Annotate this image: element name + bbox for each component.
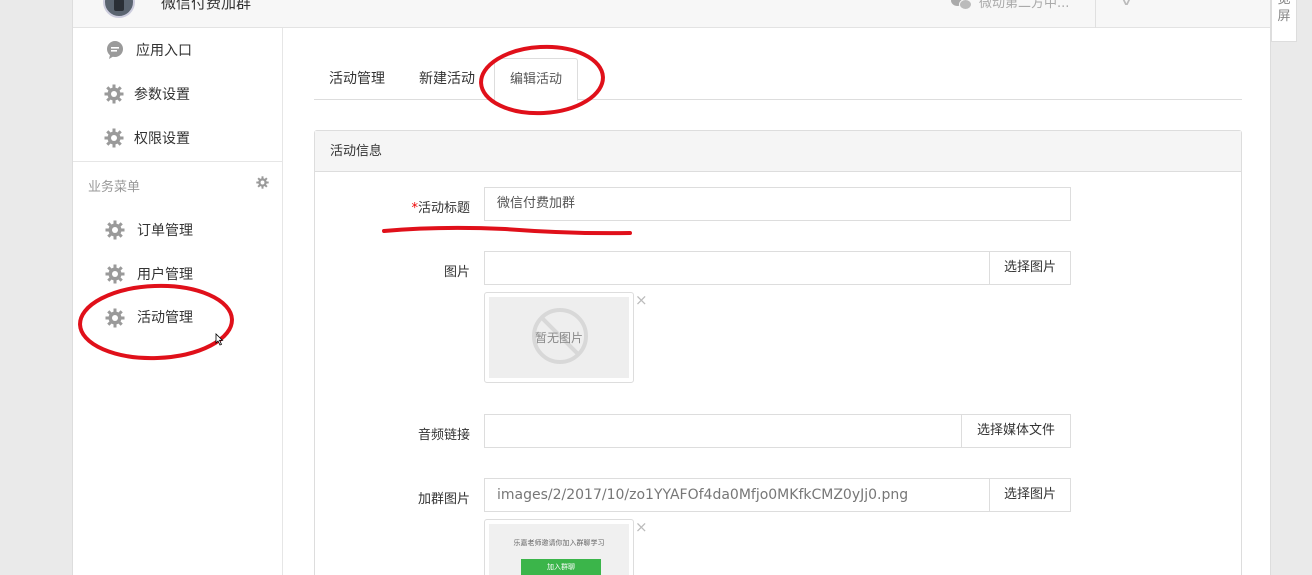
sidebar-item-users[interactable]: 用户管理 — [73, 252, 282, 296]
gear-icon — [105, 264, 125, 284]
app-title: 微信付费加群 — [161, 0, 252, 12]
tab-edit-activity[interactable]: 编辑活动 — [494, 58, 579, 101]
chat-bubble-icon — [105, 40, 125, 60]
select-group-image-button[interactable]: 选择图片 — [989, 478, 1071, 512]
sidebar-item-label: 应用入口 — [136, 43, 192, 59]
app-logo — [103, 0, 135, 18]
account-name: 微动第二方中... — [979, 0, 1070, 11]
no-image-placeholder: 暂无图片 — [489, 297, 629, 378]
tab-bar: 活动管理 新建活动 编辑活动 — [314, 58, 1242, 101]
sidebar-item-label: 用户管理 — [137, 267, 193, 283]
sidebar-item-label: 权限设置 — [134, 131, 190, 147]
remove-image-icon[interactable]: × — [635, 291, 648, 309]
main-content: 活动管理 新建活动 编辑活动 活动信息 *活动标题 微信付费加群 图片 选择图片… — [314, 28, 1242, 575]
tab-new-activity[interactable]: 新建活动 — [404, 58, 490, 100]
sidebar: 应用入口 参数设置 权限设置 业务菜单 订单管理 用户管理 活动管理 — [73, 28, 283, 575]
group-image-url-input[interactable]: images/2/2017/10/zo1YYAFOf4da0Mfjo0MKfkC… — [484, 478, 990, 512]
app-frame: 微信付费加群 微动第二方中... ∨ 应用入口 参数设置 权限设置 业务菜单 订… — [72, 0, 1271, 575]
widescreen-toggle[interactable]: 宽屏 — [1271, 0, 1297, 42]
title-label: *活动标题 — [315, 197, 470, 216]
header-divider — [1095, 0, 1096, 28]
remove-group-image-icon[interactable]: × — [635, 518, 648, 536]
sidebar-item-label: 订单管理 — [137, 223, 193, 239]
select-image-button[interactable]: 选择图片 — [989, 251, 1071, 285]
chevron-down-icon[interactable]: ∨ — [1119, 0, 1133, 8]
sidebar-item-params[interactable]: 参数设置 — [73, 72, 282, 116]
image-url-input[interactable] — [484, 251, 990, 285]
no-image-text: 暂无图片 — [534, 331, 583, 345]
sidebar-divider — [73, 161, 282, 162]
wechat-icon — [951, 0, 972, 10]
sidebar-item-activities[interactable]: 活动管理 — [73, 296, 282, 340]
gear-icon — [105, 220, 125, 240]
sidebar-item-label: 活动管理 — [137, 310, 193, 326]
title-label-text: 活动标题 — [417, 201, 470, 216]
activity-info-panel: 活动信息 *活动标题 微信付费加群 图片 选择图片 暂无图片 × 音频链接 选择… — [314, 130, 1242, 575]
gear-icon — [104, 128, 124, 148]
gear-icon — [104, 84, 124, 104]
audio-url-input[interactable] — [484, 414, 962, 448]
panel-title: 活动信息 — [315, 131, 1241, 172]
image-label: 图片 — [443, 265, 470, 280]
section-settings-icon[interactable] — [256, 176, 269, 189]
title-input[interactable]: 微信付费加群 — [484, 187, 1071, 221]
sidebar-section-title: 业务菜单 — [88, 180, 141, 195]
select-media-button[interactable]: 选择媒体文件 — [961, 414, 1071, 448]
sidebar-item-label: 参数设置 — [134, 87, 190, 103]
preview-caption: 乐嘉老师邀请你加入群聊学习 — [513, 539, 605, 547]
group-image-label: 加群图片 — [417, 492, 470, 507]
sidebar-item-orders[interactable]: 订单管理 — [73, 208, 282, 252]
top-header: 微信付费加群 微动第二方中... ∨ — [73, 0, 1270, 28]
gear-icon — [105, 308, 125, 328]
sidebar-item-permissions[interactable]: 权限设置 — [73, 116, 282, 160]
account-switcher[interactable]: 微动第二方中... — [951, 0, 1069, 11]
preview-join-button: 加入群聊 — [521, 559, 601, 575]
audio-label: 音频链接 — [417, 428, 470, 443]
image-preview: 暂无图片 — [484, 292, 634, 383]
sidebar-item-app-entry[interactable]: 应用入口 — [73, 28, 282, 72]
group-image-preview: 乐嘉老师邀请你加入群聊学习 加入群聊 — [484, 519, 634, 575]
tab-activity-management[interactable]: 活动管理 — [314, 58, 400, 100]
